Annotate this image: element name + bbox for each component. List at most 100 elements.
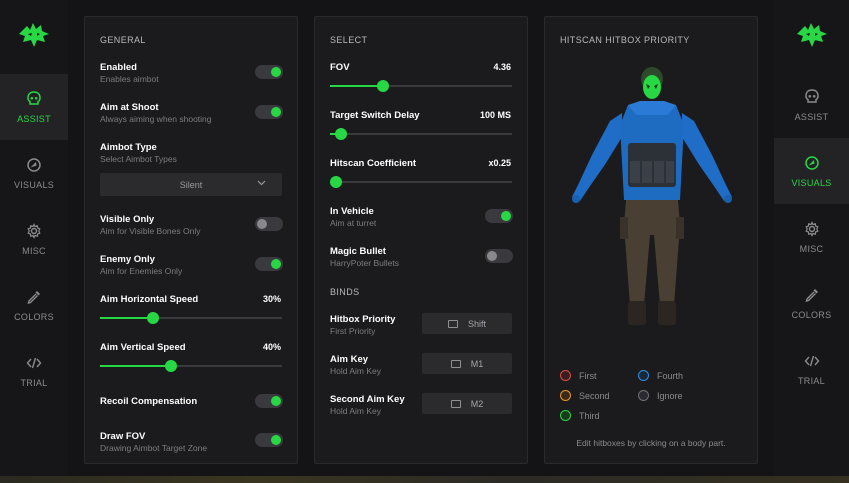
visible-only-label: Visible Only — [100, 214, 155, 225]
enabled-toggle[interactable] — [255, 65, 283, 79]
fov-value: 4.36 — [493, 62, 511, 72]
horizontal-speed-value: 30% — [262, 294, 281, 304]
select-title: SELECT — [330, 35, 368, 45]
legend-label: Ignore — [657, 390, 683, 401]
aimbot-type-label: Aimbot Type — [100, 142, 157, 153]
draw-fov-label: Draw FOV — [100, 431, 146, 442]
vertical-speed-label: Aim Vertical Speed — [100, 342, 186, 353]
draw-fov-toggle[interactable] — [255, 433, 283, 447]
enemy-only-sub: Aim for Enemies Only — [100, 266, 183, 276]
enabled-label: Enabled — [100, 62, 137, 73]
aim-at-shoot-label: Aim at Shoot — [100, 102, 159, 113]
aim-at-shoot-sub: Always aiming when shooting — [100, 114, 212, 124]
target-switch-slider[interactable] — [330, 127, 512, 141]
slider-thumb[interactable] — [164, 360, 177, 372]
slider-thumb[interactable] — [334, 128, 347, 140]
second-aim-key-sub: Hold Aim Key — [330, 406, 382, 416]
hitbox-priority-key-button[interactable]: Shift — [422, 313, 512, 334]
keyboard-icon — [447, 319, 458, 328]
vertical-speed-slider[interactable] — [100, 359, 282, 373]
hitbox-legs[interactable] — [620, 200, 684, 325]
left-sidebar: ASSIST VISUALS MISC COLORS TRIAL — [0, 0, 68, 476]
hitbox-priority-sub: First Priority — [330, 326, 376, 336]
horizontal-speed-slider[interactable] — [100, 311, 282, 325]
enemy-only-label: Enemy Only — [100, 254, 155, 265]
legend-label: Second — [579, 390, 610, 401]
hitbox-title: HITSCAN HITBOX PRIORITY — [560, 35, 690, 45]
nav-item-trial[interactable]: TRIAL — [0, 338, 68, 404]
nav-label: MISC — [799, 244, 824, 254]
in-vehicle-toggle[interactable] — [485, 209, 513, 223]
legend-dot — [560, 370, 571, 381]
aimbot-type-select[interactable]: Silent — [100, 173, 282, 196]
nav-item-assist[interactable]: ASSIST — [774, 72, 849, 138]
keyboard-icon — [450, 359, 461, 368]
nav-label: VISUALS — [13, 180, 55, 190]
slider-thumb[interactable] — [376, 80, 389, 92]
visible-only-sub: Aim for Visible Bones Only — [100, 226, 201, 236]
nav-label: COLORS — [791, 310, 832, 320]
right-sidebar: ASSIST VISUALS MISC COLORS TRIAL — [774, 0, 849, 476]
enabled-sub: Enables aimbot — [100, 74, 159, 84]
legend-first[interactable]: First — [560, 370, 597, 381]
fov-slider[interactable] — [330, 79, 512, 93]
nav-item-misc[interactable]: MISC — [774, 204, 849, 270]
code-icon — [804, 355, 819, 367]
magic-bullet-sub: HarryPoter Bullets — [330, 258, 399, 268]
nav-item-colors[interactable]: COLORS — [774, 270, 849, 336]
nav-item-misc[interactable]: MISC — [0, 206, 68, 272]
second-aim-key-label: Second Aim Key — [330, 394, 405, 405]
magic-bullet-toggle[interactable] — [485, 249, 513, 263]
hitbox-priority-label: Hitbox Priority — [330, 314, 396, 325]
draw-fov-sub: Drawing Aimbot Target Zone — [100, 443, 208, 453]
skull-icon — [27, 91, 41, 105]
legend-second[interactable]: Second — [560, 390, 610, 401]
hitbox-head[interactable] — [641, 67, 663, 99]
enemy-only-toggle[interactable] — [255, 257, 283, 271]
legend-ignore[interactable]: Ignore — [638, 390, 683, 401]
visible-only-toggle[interactable] — [255, 217, 283, 231]
fov-label: FOV — [330, 62, 350, 73]
legend-third[interactable]: Third — [560, 410, 600, 421]
aimbot-type-sub: Select Aimbot Types — [100, 154, 177, 164]
nav-item-colors[interactable]: COLORS — [0, 272, 68, 338]
legend-dot — [560, 410, 571, 421]
hitbox-hint: Edit hitboxes by clicking on a body part… — [576, 438, 726, 448]
wolf-logo-icon — [0, 22, 68, 52]
gear-icon — [27, 223, 41, 239]
nav-label: MISC — [22, 246, 46, 256]
nav-item-trial[interactable]: TRIAL — [774, 336, 849, 402]
hitbox-left-arm[interactable] — [572, 113, 622, 203]
legend-fourth[interactable]: Fourth — [638, 370, 683, 381]
aim-at-shoot-toggle[interactable] — [255, 105, 283, 119]
slider-thumb[interactable] — [330, 176, 342, 188]
recoil-toggle[interactable] — [255, 394, 283, 408]
legend-label: Third — [579, 410, 600, 421]
hitbox-right-arm[interactable] — [682, 113, 732, 203]
hitscan-slider[interactable] — [330, 175, 512, 189]
second-aim-key-button[interactable]: M2 — [422, 393, 512, 414]
select-panel: SELECT FOV 4.36 Target Switch Delay 100 … — [314, 16, 528, 464]
code-icon — [26, 357, 42, 369]
keyboard-icon — [450, 399, 461, 408]
aim-key-button[interactable]: M1 — [422, 353, 512, 374]
nav-label: ASSIST — [17, 114, 51, 124]
skull-icon — [804, 89, 819, 103]
eyedropper-icon — [27, 291, 40, 304]
hitbox-panel: HITSCAN HITBOX PRIORITY First Second Thi… — [544, 16, 758, 464]
horizontal-speed-label: Aim Horizontal Speed — [100, 294, 199, 305]
nav-item-assist[interactable]: ASSIST — [0, 74, 68, 140]
nav-label: VISUALS — [791, 178, 832, 188]
character-model — [572, 67, 732, 325]
legend-dot — [560, 390, 571, 401]
key-label: M1 — [470, 358, 484, 369]
hitbox-torso[interactable] — [620, 101, 684, 200]
nav-item-visuals[interactable]: VISUALS — [774, 138, 849, 204]
in-vehicle-sub: Aim at turret — [330, 218, 377, 228]
magic-bullet-label: Magic Bullet — [330, 246, 386, 257]
nav-item-visuals[interactable]: VISUALS — [0, 140, 68, 206]
legend-dot — [638, 370, 649, 381]
chevron-down-icon — [257, 180, 266, 186]
slider-thumb[interactable] — [146, 312, 159, 324]
legend-label: Fourth — [657, 370, 684, 381]
